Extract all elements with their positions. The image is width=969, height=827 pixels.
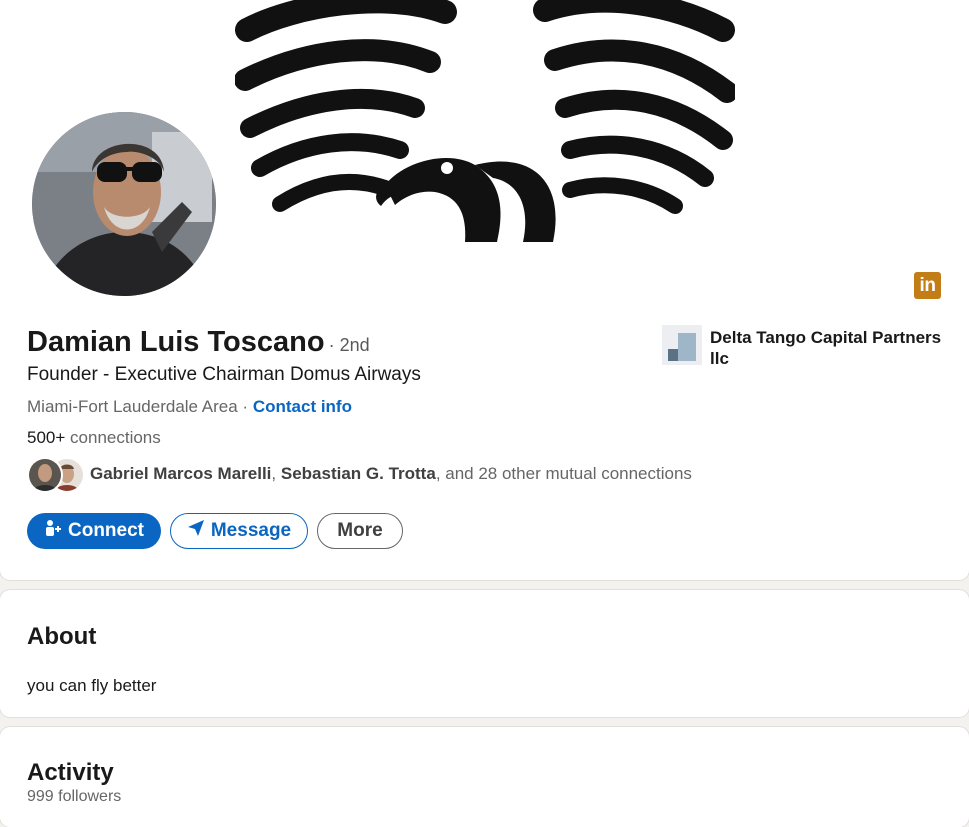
about-title: About [27, 623, 97, 650]
connect-button[interactable]: Connect [27, 513, 161, 549]
activity-section: Activity 999 followers [0, 727, 969, 827]
mutual-separator: , [271, 464, 277, 483]
contact-info-link[interactable]: Contact info [253, 397, 352, 416]
profile-photo[interactable] [32, 112, 216, 296]
message-label: Message [210, 520, 292, 541]
current-company[interactable]: Delta Tango Capital Partners llc [662, 325, 962, 369]
mutual-name-1: Gabriel Marcos Marelli [90, 464, 272, 483]
company-name: Delta Tango Capital Partners llc [710, 328, 942, 368]
mutual-rest: , and 28 other mutual connections [435, 464, 692, 483]
connections-label: connections [70, 428, 161, 447]
connections-number: 500+ [27, 428, 66, 447]
connections-count[interactable]: 500+ connections [27, 428, 161, 448]
connect-label: Connect [68, 520, 144, 541]
profile-location: Miami-Fort Lauderdale Area · [27, 397, 249, 416]
mutual-avatar-1 [27, 457, 63, 493]
activity-title: Activity [27, 759, 114, 786]
more-label: More [337, 520, 383, 541]
mutual-connections-text: Gabriel Marcos Marelli, Sebastian G. Tro… [90, 464, 692, 484]
location-row: Miami-Fort Lauderdale Area · Contact inf… [27, 397, 352, 417]
name-row: Damian Luis Toscano · 2nd [27, 326, 370, 359]
mutual-name-2: Sebastian G. Trotta [280, 464, 436, 483]
profile-headline: Founder - Executive Chairman Domus Airwa… [27, 364, 421, 385]
about-section: About you can fly better [0, 590, 969, 717]
company-logo-icon [662, 325, 702, 365]
about-text: you can fly better [27, 676, 157, 695]
cover-image [235, 0, 735, 242]
add-person-icon [44, 519, 62, 543]
message-button[interactable]: Message [170, 513, 308, 549]
linkedin-logo-icon: in [914, 272, 941, 299]
profile-top-card: in Damian Luis Toscano · 2nd Founder - Ex… [0, 0, 969, 580]
profile-name: Damian Luis Toscano [27, 326, 325, 358]
send-icon [187, 519, 205, 543]
more-button[interactable]: More [317, 513, 403, 549]
connection-degree: · 2nd [328, 335, 370, 355]
followers-count: 999 followers [27, 788, 122, 805]
